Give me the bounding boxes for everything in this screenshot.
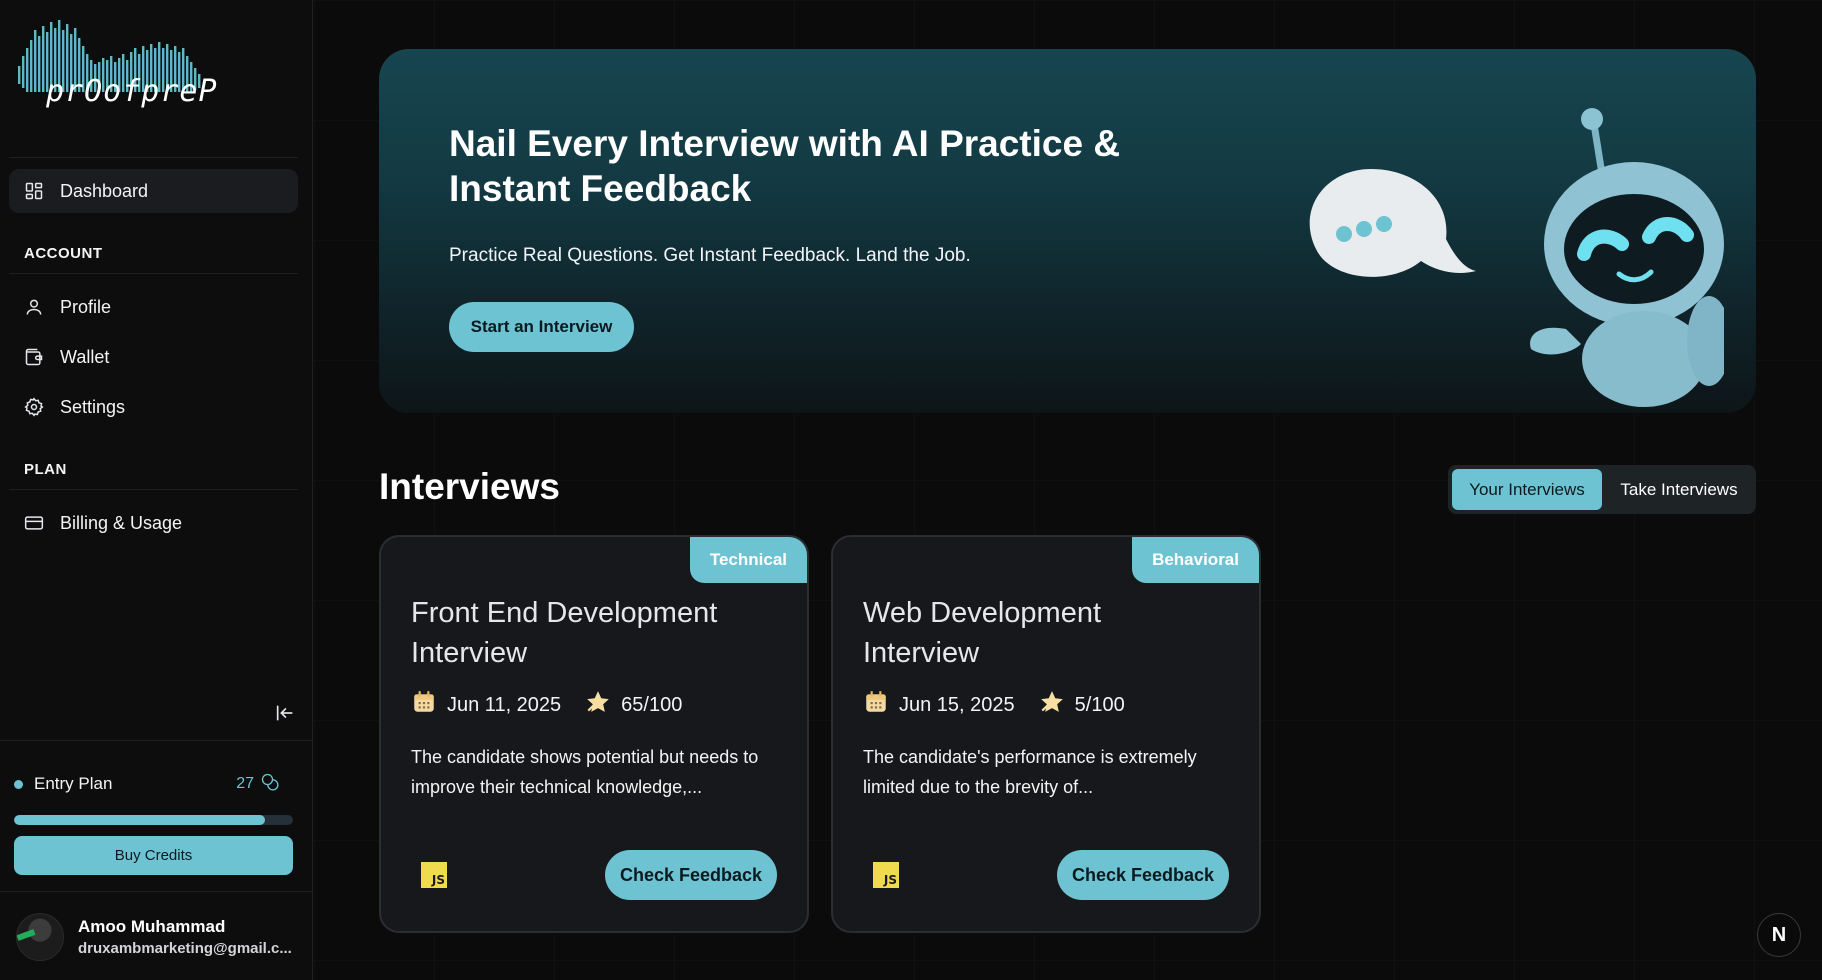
section-label-account: ACCOUNT: [24, 245, 103, 262]
divider: [0, 740, 313, 741]
interview-summary: The candidate's performance is extremely…: [863, 747, 1197, 797]
sidebar-item-label: Dashboard: [60, 180, 149, 201]
hero-banner: Nail Every Interview with AI Practice & …: [379, 49, 1756, 413]
interview-meta: Jun 15, 2025 5/100: [863, 689, 1125, 721]
sidebar-item-billing[interactable]: Billing & Usage: [9, 501, 298, 545]
credit-card-icon: [24, 516, 44, 530]
divider: [9, 489, 298, 490]
calendar-icon: [411, 689, 437, 721]
sidebar-item-label: Profile: [60, 296, 112, 317]
nextjs-dev-badge[interactable]: N: [1757, 913, 1801, 957]
buy-credits-button[interactable]: Buy Credits: [14, 836, 293, 875]
interview-meta: Jun 11, 2025 65/100: [411, 689, 682, 721]
sidebar-item-profile[interactable]: Profile: [9, 285, 298, 329]
panel-collapse-icon: [276, 705, 293, 721]
star-icon: [1039, 689, 1065, 721]
plan-name: Entry Plan: [34, 774, 113, 793]
calendar-icon: [863, 689, 889, 721]
interview-date: Jun 15, 2025: [899, 693, 1015, 716]
hero-subtitle: Practice Real Questions. Get Instant Fee…: [449, 245, 971, 266]
interviews-tab-switch: Your Interviews Take Interviews: [1448, 465, 1756, 514]
sidebar-item-label: Billing & Usage: [60, 512, 183, 533]
interview-title: Front End Development Interview: [411, 597, 718, 669]
category-badge: Behavioral: [1132, 537, 1259, 583]
logo[interactable]: prOofpreP: [16, 18, 217, 118]
tab-your-interviews[interactable]: Your Interviews: [1452, 469, 1602, 510]
sidebar-item-settings[interactable]: Settings: [9, 385, 298, 429]
start-interview-button[interactable]: Start an Interview: [449, 302, 634, 352]
wallet-icon: [25, 348, 43, 366]
robot-mascot-icon: [1309, 108, 1724, 407]
user-icon: [26, 299, 42, 315]
section-label-plan: PLAN: [24, 461, 67, 478]
main-content: Nail Every Interview with AI Practice & …: [314, 0, 1822, 980]
user-info: Amoo Muhammad druxambmarketing@gmail.c..…: [78, 917, 292, 957]
dashboard-grid-icon: [25, 182, 43, 200]
gear-icon: [24, 397, 44, 417]
credits-progress-fill: [14, 815, 266, 825]
user-email: druxambmarketing@gmail.c...: [78, 940, 292, 957]
user-name: Amoo Muhammad: [78, 917, 226, 936]
divider: [0, 891, 313, 892]
user-profile[interactable]: Amoo Muhammad druxambmarketing@gmail.c..…: [16, 910, 301, 964]
javascript-icon: JS: [421, 862, 447, 888]
interviews-heading: Interviews: [379, 466, 560, 507]
collapse-sidebar-button[interactable]: [274, 702, 300, 726]
tab-take-interviews[interactable]: Take Interviews: [1606, 469, 1752, 510]
coins-icon: [260, 772, 280, 797]
check-feedback-button[interactable]: Check Feedback: [605, 850, 777, 900]
plan-summary: Entry Plan 27: [14, 773, 280, 795]
sidebar-item-label: Wallet: [60, 346, 110, 367]
javascript-icon: JS: [873, 862, 899, 888]
interview-score: 5/100: [1074, 693, 1125, 716]
sidebar: prOofpreP Dashboard ACCOUNT Profile Wall…: [0, 0, 313, 980]
interview-card: Technical Front End Development Intervie…: [379, 535, 809, 933]
interview-score: 65/100: [621, 693, 683, 716]
logo-text: prOofpreP: [46, 74, 218, 109]
sidebar-item-label: Settings: [60, 396, 126, 417]
interview-title: Web Development Interview: [863, 597, 1102, 669]
status-dot: [14, 779, 23, 789]
check-feedback-button[interactable]: Check Feedback: [1057, 850, 1229, 900]
star-icon: [585, 689, 611, 721]
credits-count: 27: [236, 775, 254, 792]
sidebar-item-wallet[interactable]: Wallet: [9, 335, 298, 379]
interview-summary: The candidate shows potential but needs …: [411, 747, 759, 797]
sidebar-item-dashboard[interactable]: Dashboard: [9, 169, 298, 213]
interview-date: Jun 11, 2025: [447, 693, 562, 716]
credits-progress-bar: [14, 815, 293, 825]
divider: [9, 273, 298, 274]
interview-card: Behavioral Web Development Interview Jun…: [831, 535, 1261, 933]
category-badge: Technical: [689, 537, 807, 583]
avatar: [16, 913, 64, 961]
divider: [9, 157, 298, 158]
hero-title: Nail Every Interview with AI Practice & …: [449, 123, 1121, 209]
